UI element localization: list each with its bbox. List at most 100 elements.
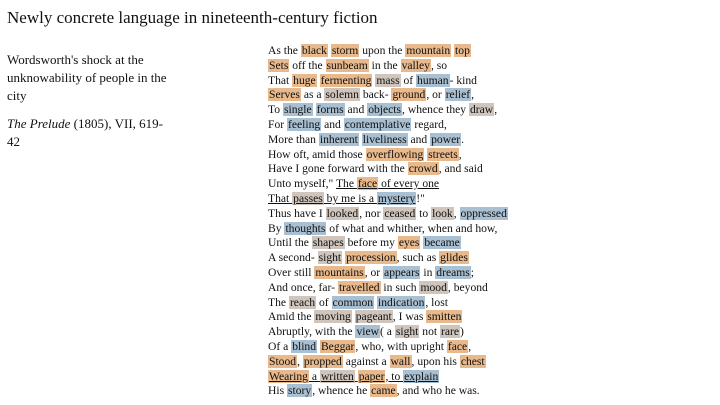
poem-text: !" [416,191,425,205]
poem-text: , lost [425,295,448,309]
poem-text: His [268,384,288,398]
poem-text: and [344,103,368,117]
highlighted-word: thoughts [284,221,327,235]
highlighted-word: story [287,384,313,398]
poem-line: Amid the moving pageant, I was smitten [268,310,508,325]
highlighted-word: eyes [397,236,421,250]
poem-text: , so [430,58,448,72]
poem-text: , [471,88,475,102]
poem-text: Amid the [268,310,315,324]
poem-text: in the [368,58,401,72]
highlighted-word: streets [427,147,459,161]
poem-text: , whence he [312,384,371,398]
poem-text: And once, far- [268,280,338,294]
highlighted-word: wall [389,354,412,368]
highlighted-word: valley [400,58,431,72]
poem-line: How oft, amid those overflowing streets, [268,147,508,163]
highlighted-word: propped [302,354,343,368]
poem-line: Until the shapes before my eyes became [268,236,508,251]
poem-text: , [297,354,303,368]
highlighted-word: mystery [376,191,417,205]
poem-text: A second- [268,251,318,265]
highlighted-word: written [319,369,355,383]
poem-text: The [335,177,357,191]
highlighted-word: sight [317,251,343,265]
highlighted-word: chest [459,354,486,368]
poem-line: Wearing a written paper, to explain [268,369,508,385]
poem-text: , nor [359,206,384,220]
source-citation: The Prelude (1805), VII, 619-42 [7,115,175,151]
highlighted-word: blind [291,339,318,353]
highlighted-word: draw [469,103,495,117]
highlighted-word: sunbeam [325,58,369,72]
highlighted-word: mass [375,73,401,87]
highlighted-word: oppressed [459,206,508,220]
highlighted-word: forms [315,103,345,117]
poem-text: and [407,132,431,146]
poem-text: , [494,103,498,117]
poem-text: against a [342,354,390,368]
highlighted-word: look [431,206,454,220]
poem-text: ) [460,325,464,339]
highlighted-word: face [356,177,379,191]
poem-text: As the [268,44,301,57]
highlighted-word: appears [383,265,421,279]
poem-text: of every one [378,177,440,191]
highlighted-word: pageant [354,310,393,324]
poem-text: off the [289,58,326,72]
poem-line: Over still mountains, or appears in drea… [268,265,508,281]
highlighted-word: sight [394,325,420,339]
poem-text: in [420,265,436,279]
poem-text: of [316,295,332,309]
poem-text: , beyond [447,280,488,294]
poem-line: A second- sight procession, such as glid… [268,251,508,266]
highlighted-word: storm [330,44,360,57]
poem-line: As the black storm upon the mountain top [268,44,508,59]
highlighted-word: fermenting [319,73,373,87]
highlighted-word: ceased [383,206,417,220]
caption-block: Wordsworth's shock at the unknowability … [7,51,175,151]
highlighted-word: moving [314,310,352,324]
poem-text: , [453,206,460,220]
highlighted-word: liveliness [361,132,408,146]
poem-text: , I was [392,310,427,324]
poem-text: by me is a [323,191,377,205]
poem-text: Thus have I [268,206,326,220]
poem-text: , upon his [411,354,460,368]
poem-text: ; [470,265,474,279]
highlighted-word: face [446,339,469,353]
highlighted-word: mountain [405,44,452,57]
poem-text: to [416,206,432,220]
poem-text: before my [344,236,398,250]
poem-line: That huge fermenting mass of human- kind [268,73,508,89]
highlighted-word: huge [292,73,317,87]
poem-text: , whence they [402,103,469,117]
highlighted-word: looked [325,206,360,220]
highlighted-word: mountains [314,265,365,279]
poem-text: back- [359,88,392,102]
highlighted-word: black [300,44,328,57]
highlighted-word: objects [367,103,403,117]
poem-text: in such [380,280,420,294]
highlighted-word: glides [439,251,469,265]
highlighted-word: paper [357,369,386,383]
highlighted-word: mood [419,280,448,294]
poem-line: Stood, propped against a wall, upon his … [268,354,508,370]
poem-text: Have I gone forward with the [268,162,408,176]
poem-line: For feeling and contemplative regard, [268,117,508,133]
poem-text: and [321,117,344,131]
poem-text: not [419,325,441,339]
highlighted-word: Beggar [319,339,356,353]
poem-text: , and who he was. [396,384,480,398]
poem-text: Until the [268,236,312,250]
poem-line: Thus have I looked, nor ceased to look, … [268,206,508,222]
highlighted-word: inherent [318,132,359,146]
poem-text: - kind [449,73,477,87]
highlighted-word: rare [440,325,461,339]
poem-text: , and said [438,162,483,176]
caption-description: Wordsworth's shock at the unknowability … [7,52,167,103]
highlighted-word: Wearing [268,369,309,383]
poem-text: The [268,295,289,309]
highlighted-word: human [416,73,450,87]
poem-text: To [268,103,283,117]
